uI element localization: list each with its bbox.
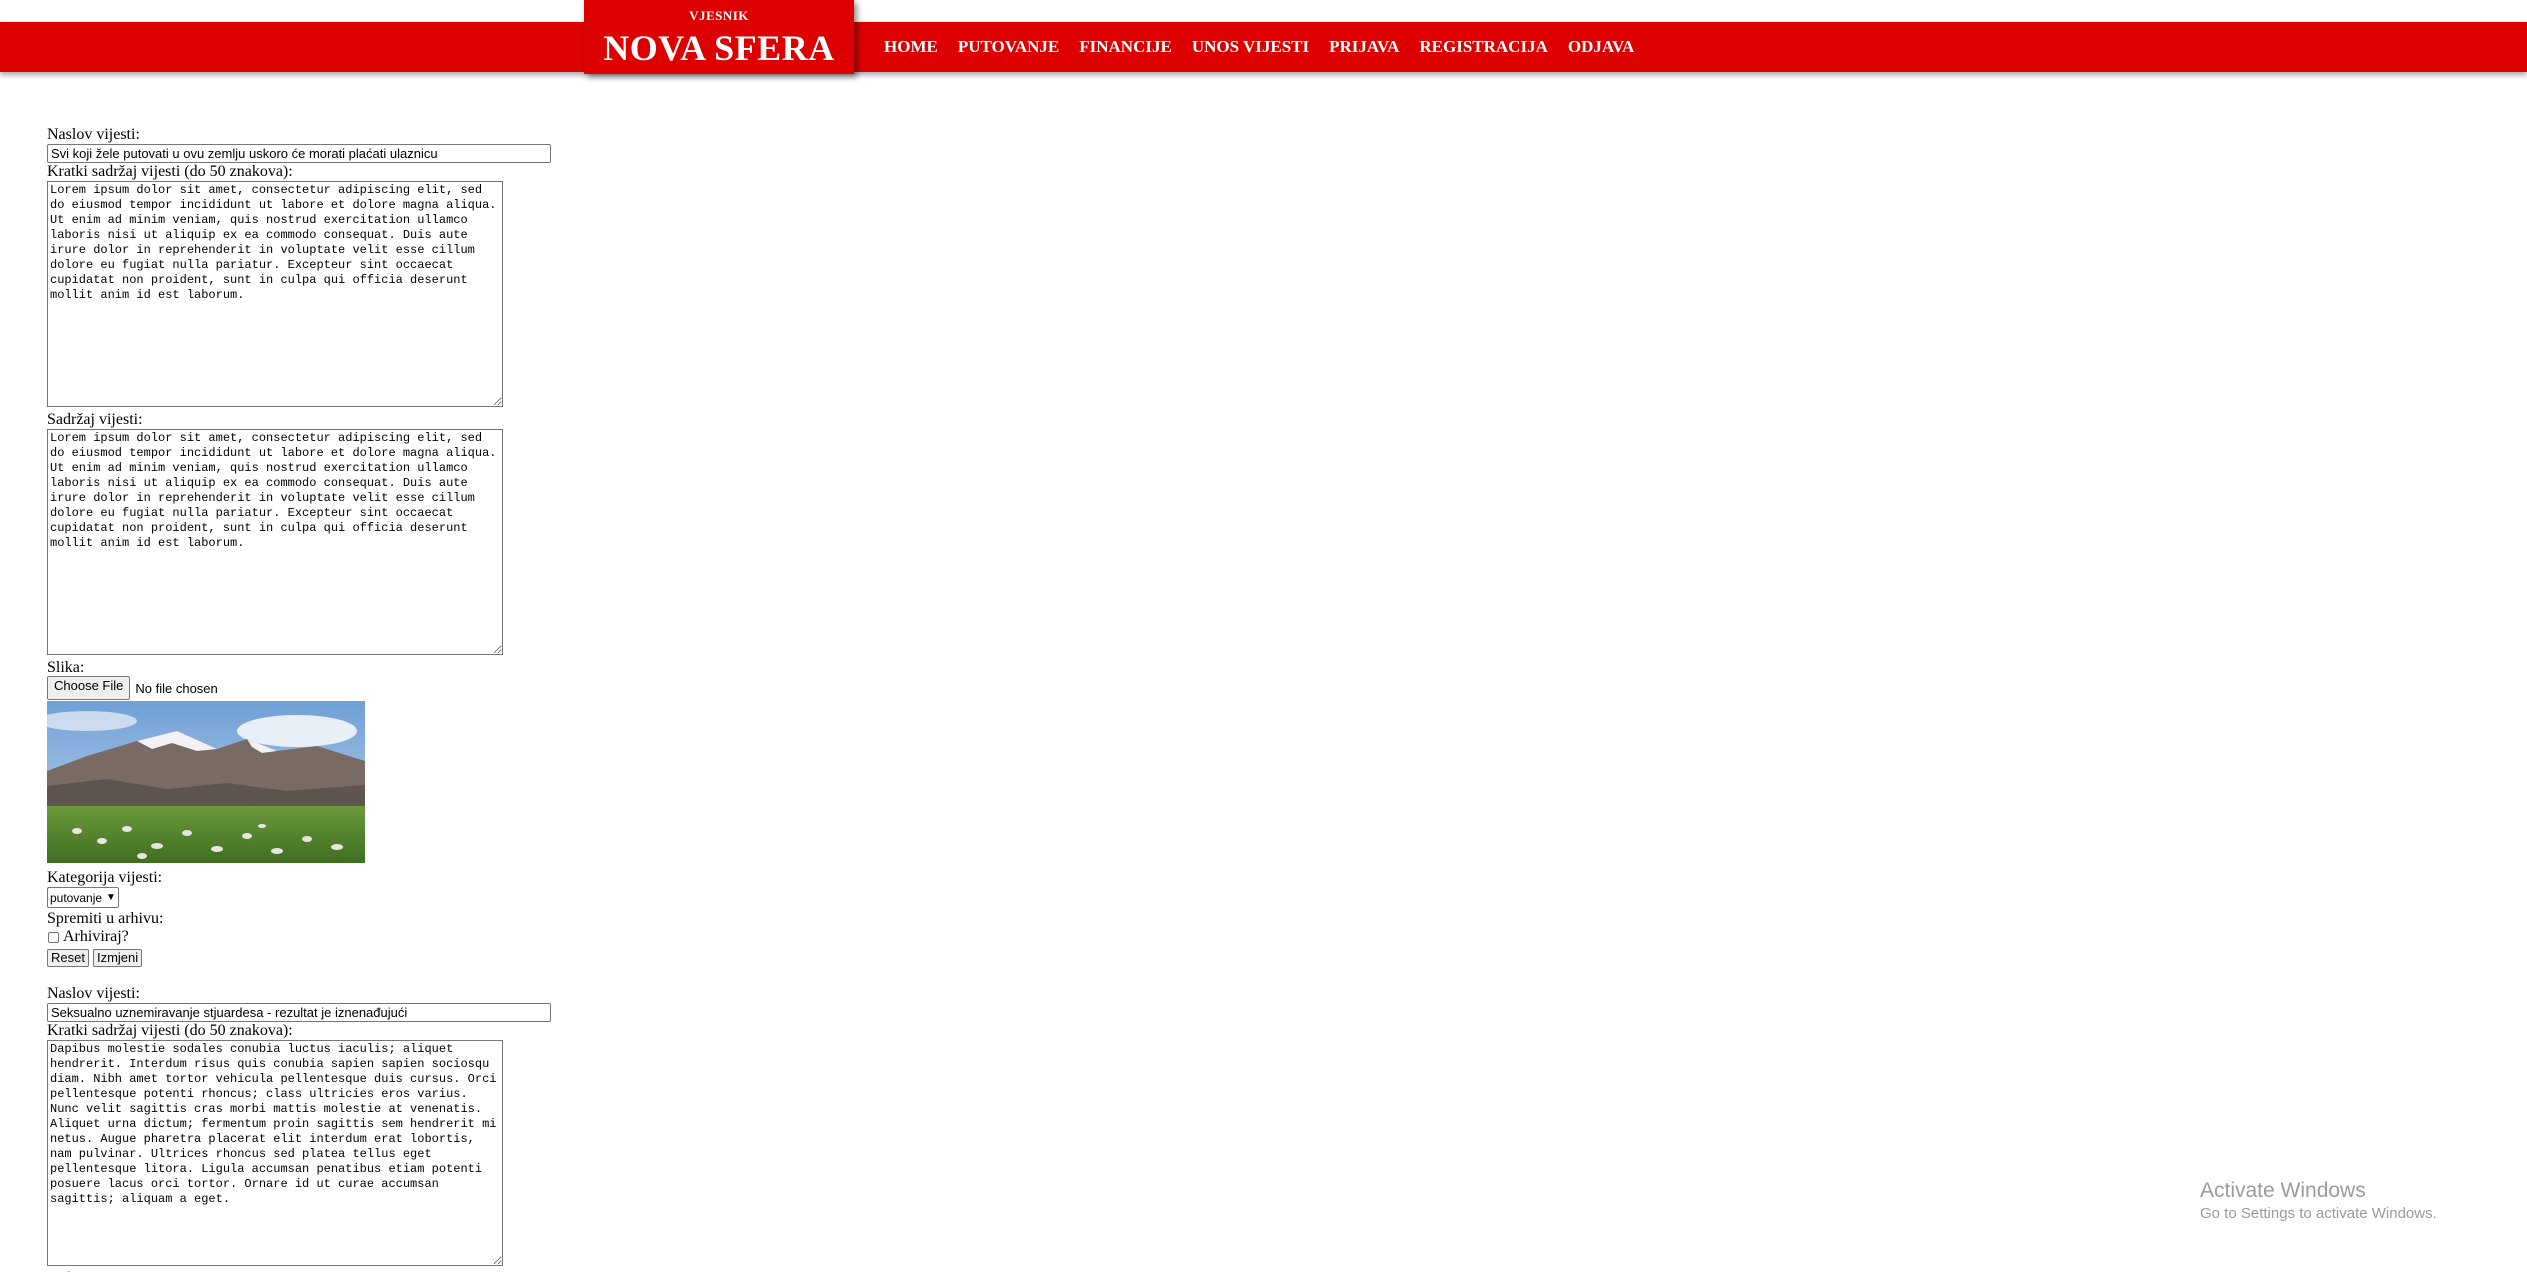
logo-subtitle: VJESNIK (689, 8, 749, 23)
nav-home[interactable]: HOME (884, 37, 938, 57)
file-status: No file chosen (135, 680, 218, 696)
archive-checkbox[interactable] (48, 931, 59, 943)
archive-checkbox-label: Arhiviraj? (63, 928, 129, 945)
category-select[interactable]: putovanje ▼ (47, 887, 119, 908)
site-logo[interactable]: VJESNIK NOVA SFERA (584, 0, 854, 74)
summary-label: Kratki sadržaj vijesti (do 50 znakova): (47, 163, 293, 180)
nav-prijava[interactable]: PRIJAVA (1329, 37, 1399, 57)
logo-title: NOVA SFERA (603, 28, 835, 68)
article-edit-form: Naslov vijesti: Kratki sadržaj vijesti (… (47, 985, 747, 1272)
category-label: Kategorija vijesti: (47, 869, 163, 886)
category-value: putovanje (50, 890, 103, 905)
form-actions: Reset Izmjeni (47, 949, 747, 967)
content-textarea[interactable]: Lorem ipsum dolor sit amet, consectetur … (47, 429, 503, 655)
nav-unos-vijesti[interactable]: UNOS VIJESTI (1192, 37, 1309, 57)
watermark-subtitle: Go to Settings to activate Windows. (2200, 1205, 2437, 1222)
title-input[interactable] (47, 1003, 551, 1022)
watermark-title: Activate Windows (2200, 1179, 2366, 1202)
windows-activation-watermark: Activate Windows Go to Settings to activ… (2200, 1178, 2437, 1224)
nav-odjava[interactable]: ODJAVA (1568, 37, 1634, 57)
summary-label: Kratki sadržaj vijesti (do 50 znakova): (47, 1022, 293, 1039)
title-label: Naslov vijesti: (47, 985, 140, 1002)
summary-textarea[interactable]: Dapibus molestie sodales conubia luctus … (47, 1040, 503, 1266)
choose-file-button[interactable]: Choose File (47, 676, 131, 700)
file-input[interactable]: Choose File No file chosen (47, 676, 747, 700)
archive-option: Arhiviraj? (47, 928, 747, 946)
content-label: Sadržaj vijesti: (47, 411, 143, 428)
article-image (47, 701, 365, 863)
image-label: Slika: (47, 659, 85, 676)
nav-financije[interactable]: FINANCIJE (1079, 37, 1172, 57)
archive-label: Spremiti u arhivu: (47, 910, 164, 927)
chevron-down-icon: ▼ (106, 892, 116, 903)
nav-putovanje[interactable]: PUTOVANJE (958, 37, 1059, 57)
nav-registracija[interactable]: REGISTRACIJA (1419, 37, 1547, 57)
title-label: Naslov vijesti: (47, 126, 140, 143)
main-nav: HOME PUTOVANJE FINANCIJE UNOS VIJESTI PR… (884, 22, 1654, 72)
article-list: Naslov vijesti: Kratki sadržaj vijesti (… (47, 126, 747, 1272)
summary-textarea[interactable]: Lorem ipsum dolor sit amet, consectetur … (47, 181, 503, 407)
title-input[interactable] (47, 144, 551, 163)
edit-button[interactable]: Izmjeni (92, 949, 143, 967)
article-edit-form: Naslov vijesti: Kratki sadržaj vijesti (… (47, 126, 747, 967)
reset-button[interactable]: Reset (47, 949, 89, 967)
